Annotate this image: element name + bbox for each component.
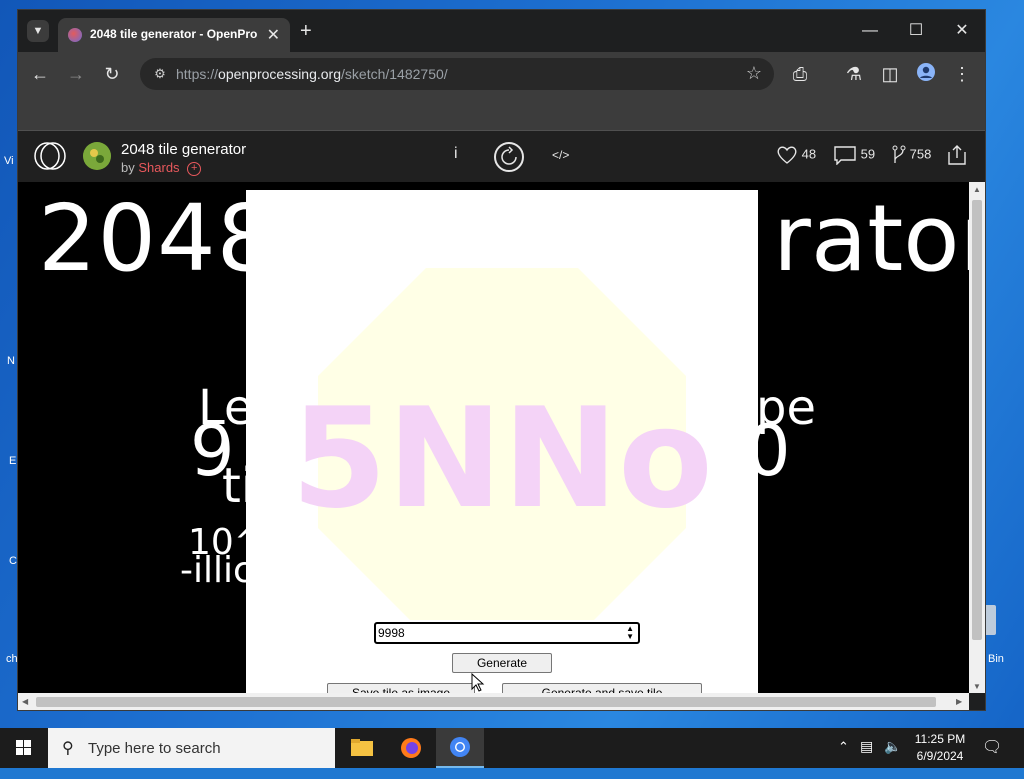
tile-number-value: 9998: [378, 626, 405, 640]
follow-plus-icon[interactable]: +: [187, 161, 202, 176]
system-clock[interactable]: 11:25 PM 6/9/2024: [905, 731, 975, 765]
code-icon[interactable]: </>: [552, 148, 569, 162]
url-path: /sketch/1482750/: [341, 66, 448, 82]
taskbar-search-box[interactable]: ⚲ Type here to search: [48, 728, 335, 768]
number-spinner-icon[interactable]: ▲ ▼: [626, 625, 634, 641]
tab-title: 2048 tile generator - OpenPro: [90, 27, 258, 41]
tile-generator-panel: 5NNo 9998 ▲ ▼ Generate Save tile as image…: [246, 190, 758, 693]
volume-muted-icon[interactable]: 🔈: [884, 738, 901, 778]
tile-number-input[interactable]: 9998 ▲ ▼: [374, 622, 640, 644]
generated-tile-image: 5NNo: [291, 268, 713, 620]
tab-search-button[interactable]: ▼: [27, 20, 49, 42]
background-title-left: 2048: [38, 185, 277, 292]
likes-stat[interactable]: 48: [776, 145, 816, 165]
author-avatar[interactable]: [83, 142, 111, 170]
desktop-icon-label[interactable]: E: [9, 455, 16, 467]
comments-count: 59: [860, 146, 876, 162]
tile-text: 5NNo: [291, 378, 713, 539]
site-info-icon[interactable]: ⚙: [150, 64, 170, 84]
bookmark-star-icon[interactable]: ☆: [746, 63, 762, 84]
reload-icon[interactable]: ↻: [100, 62, 124, 86]
back-arrow-icon[interactable]: ←: [28, 62, 52, 86]
vertical-scroll-thumb[interactable]: [972, 200, 982, 640]
sketch-header: 2048 tile generator by Shards + i </> 48…: [18, 131, 985, 183]
tab-strip: ▼ 2048 tile generator - OpenPro ✕ + — ☐ …: [18, 10, 985, 52]
openprocessing-logo-icon[interactable]: [33, 141, 67, 171]
minimize-icon[interactable]: —: [856, 18, 884, 44]
scroll-left-icon[interactable]: ◀: [22, 697, 28, 706]
desktop-icon-label[interactable]: N: [7, 355, 15, 367]
sketch-title[interactable]: 2048 tile generator: [121, 141, 246, 158]
bookmarks-bar: [18, 96, 985, 131]
network-icon[interactable]: ▤: [860, 738, 873, 778]
chrome-taskbar-icon[interactable]: [436, 728, 484, 768]
vertical-scrollbar[interactable]: ▲ ▼: [969, 182, 985, 693]
mouse-cursor-icon: [471, 673, 485, 692]
windows-logo-icon: [16, 740, 31, 755]
profile-avatar-icon[interactable]: [914, 62, 938, 86]
horizontal-scroll-thumb[interactable]: [36, 697, 936, 707]
forks-count: 758: [909, 146, 932, 162]
openprocessing-favicon-icon: [68, 28, 82, 42]
comments-stat[interactable]: 59: [833, 145, 876, 166]
desktop-icon-label[interactable]: C: [9, 555, 17, 567]
kebab-menu-icon[interactable]: ⋮: [950, 62, 974, 86]
scroll-down-icon[interactable]: ▼: [973, 682, 981, 691]
info-icon[interactable]: i: [454, 145, 458, 163]
labs-flask-icon[interactable]: ⚗: [842, 62, 866, 86]
background-text: -illic: [180, 550, 253, 591]
horizontal-scrollbar[interactable]: ◀ ▶: [18, 693, 969, 710]
recycle-bin-label[interactable]: Bin: [988, 653, 1004, 665]
restart-sketch-icon[interactable]: [494, 142, 524, 172]
heart-icon: [777, 146, 797, 164]
save-tile-button[interactable]: Save tile as image: [327, 683, 475, 693]
file-explorer-taskbar-icon[interactable]: [338, 728, 386, 768]
generate-and-save-button[interactable]: Generate and save tile: [502, 683, 702, 693]
notification-center-icon[interactable]: 🗨: [982, 737, 1002, 777]
taskbar: ⚲ Type here to search ⌃ ▤ 🔈 11:25 PM 6/9…: [0, 728, 1024, 768]
side-panel-icon[interactable]: ◫: [878, 62, 902, 86]
share-icon[interactable]: [947, 144, 967, 166]
author-link[interactable]: Shards: [138, 160, 179, 175]
comment-icon: [834, 146, 856, 166]
active-tab[interactable]: 2048 tile generator - OpenPro ✕: [58, 18, 290, 52]
show-hidden-icons-chevron-icon[interactable]: ⌃: [838, 739, 849, 779]
search-icon: ⚲: [62, 740, 74, 757]
address-bar[interactable]: ⚙ https://openprocessing.org/sketch/1482…: [140, 58, 774, 90]
scroll-up-icon[interactable]: ▲: [973, 185, 981, 194]
extensions-puzzle-icon[interactable]: ⎙: [788, 62, 812, 86]
sketch-canvas[interactable]: 2048 rator Le pe 9 0 ti 10^ -illic 5NNo …: [18, 182, 969, 693]
start-button[interactable]: [0, 728, 48, 768]
maximize-icon[interactable]: ☐: [902, 18, 930, 44]
clock-date: 6/9/2024: [916, 749, 964, 763]
desktop-icon-label[interactable]: ch: [6, 653, 18, 665]
generate-button[interactable]: Generate: [452, 653, 552, 673]
scroll-right-icon[interactable]: ▶: [956, 697, 962, 706]
firefox-taskbar-icon[interactable]: [387, 728, 435, 768]
url-text[interactable]: https://openprocessing.org/sketch/148275…: [176, 66, 448, 82]
window-close-icon[interactable]: ✕: [948, 18, 976, 44]
url-host: openprocessing.org: [218, 66, 342, 82]
by-prefix: by: [121, 160, 135, 175]
close-icon[interactable]: ✕: [267, 25, 280, 45]
desktop-icon-label[interactable]: Vi: [4, 155, 14, 167]
background-title-right: rator: [773, 185, 969, 292]
url-scheme: https://: [176, 66, 219, 82]
forward-arrow-icon[interactable]: →: [64, 62, 88, 86]
browser-window: ▼ 2048 tile generator - OpenPro ✕ + — ☐ …: [18, 10, 985, 710]
search-placeholder: Type here to search: [88, 740, 221, 757]
fork-icon: [892, 145, 906, 163]
clock-time: 11:25 PM: [914, 732, 966, 746]
likes-count: 48: [801, 146, 817, 162]
new-tab-plus-icon[interactable]: +: [300, 20, 312, 42]
browser-toolbar: ← → ↻ ⚙ https://openprocessing.org/sketc…: [18, 52, 985, 96]
chevron-down-icon: ▼: [32, 25, 44, 37]
sketch-byline: by Shards +: [121, 160, 202, 176]
forks-stat[interactable]: 758: [892, 145, 931, 165]
